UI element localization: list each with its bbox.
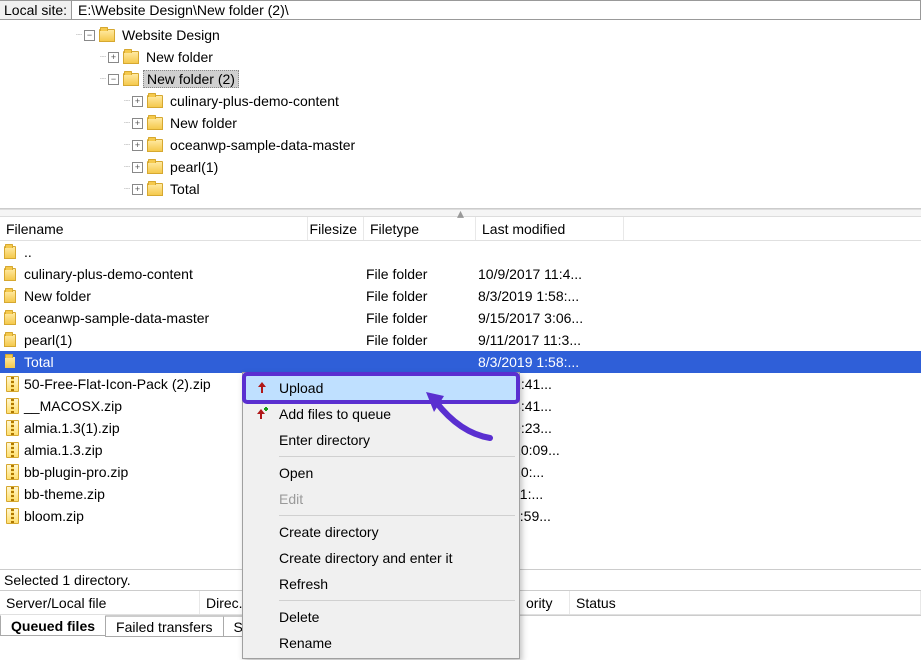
local-site-path-bar: Local site: E:\Website Design\New folder…	[0, 0, 921, 20]
menu-separator	[279, 456, 515, 457]
tree-toggle-icon[interactable]: +	[132, 118, 143, 129]
tree-toggle-icon[interactable]: +	[132, 96, 143, 107]
tree-label[interactable]: pearl(1)	[167, 159, 221, 175]
qcol-priority[interactable]: ority	[520, 591, 570, 614]
context-menu: Upload Add files to queue Enter director…	[242, 372, 520, 659]
menu-separator	[279, 515, 515, 516]
tree-toggle-icon[interactable]: +	[132, 184, 143, 195]
col-filename[interactable]: Filename	[0, 217, 308, 240]
archive-icon	[6, 420, 19, 436]
menu-enter-directory[interactable]: Enter directory	[245, 427, 517, 453]
archive-icon	[6, 508, 19, 524]
tree-item[interactable]: ┈+Total	[0, 178, 921, 200]
folder-icon	[147, 183, 163, 196]
file-name: ..	[22, 244, 306, 260]
file-row[interactable]: oceanwp-sample-data-master File folder9/1…	[0, 307, 921, 329]
archive-icon	[6, 464, 19, 480]
file-row[interactable]: ..	[0, 241, 921, 263]
menu-create-directory[interactable]: Create directory	[245, 519, 517, 545]
file-modified: 8/3/2019 1:58:...	[474, 288, 622, 304]
folder-icon	[4, 356, 16, 369]
file-modified: 9/11/2017 11:3...	[474, 332, 622, 348]
tab-queued-files[interactable]: Queued files	[0, 615, 106, 636]
file-name: oceanwp-sample-data-master	[22, 310, 306, 326]
directory-tree[interactable]: ┈−Website Design┈+New folder┈−New folder…	[0, 20, 921, 209]
file-row[interactable]: culinary-plus-demo-content File folder10/…	[0, 263, 921, 285]
file-name: New folder	[22, 288, 306, 304]
tree-label[interactable]: culinary-plus-demo-content	[167, 93, 342, 109]
folder-icon	[147, 139, 163, 152]
archive-icon	[6, 486, 19, 502]
folder-icon	[4, 290, 16, 303]
tree-label[interactable]: Total	[167, 181, 203, 197]
tree-item[interactable]: ┈+New folder	[0, 46, 921, 68]
upload-arrow-icon	[254, 380, 270, 396]
folder-icon	[147, 117, 163, 130]
tree-item[interactable]: ┈+New folder	[0, 112, 921, 134]
col-filetype[interactable]: Filetype	[364, 217, 476, 240]
folder-icon	[4, 312, 16, 325]
tree-label[interactable]: New folder	[167, 115, 240, 131]
qcol-status[interactable]: Status	[570, 591, 921, 614]
tree-item[interactable]: ┈+oceanwp-sample-data-master	[0, 134, 921, 156]
file-type: File folder	[362, 266, 474, 282]
tree-item[interactable]: ┈−Website Design	[0, 24, 921, 46]
folder-icon	[4, 246, 16, 259]
menu-separator	[279, 600, 515, 601]
tab-failed-transfers[interactable]: Failed transfers	[105, 616, 223, 637]
file-type: File folder	[362, 288, 474, 304]
archive-icon	[6, 398, 19, 414]
tree-label[interactable]: Website Design	[119, 27, 223, 43]
qcol-server-local[interactable]: Server/Local file	[0, 591, 200, 614]
file-row[interactable]: New folder File folder8/3/2019 1:58:...	[0, 285, 921, 307]
tree-toggle-icon[interactable]: −	[108, 74, 119, 85]
tree-item[interactable]: ┈+pearl(1)	[0, 156, 921, 178]
file-name: Total	[22, 354, 306, 370]
tree-label[interactable]: New folder	[143, 49, 216, 65]
tree-toggle-icon[interactable]: +	[108, 52, 119, 63]
tree-label[interactable]: New folder (2)	[143, 70, 239, 88]
file-modified: 10/9/2017 11:4...	[474, 266, 622, 282]
col-filesize[interactable]: Filesize	[308, 217, 364, 240]
file-row[interactable]: Total 8/3/2019 1:58:...	[0, 351, 921, 373]
menu-create-directory-enter[interactable]: Create directory and enter it	[245, 545, 517, 571]
folder-icon	[123, 73, 139, 86]
file-modified: 8/3/2019 1:58:...	[474, 354, 622, 370]
local-site-label: Local site:	[0, 1, 72, 19]
file-row[interactable]: pearl(1) File folder9/11/2017 11:3...	[0, 329, 921, 351]
tree-toggle-icon[interactable]: +	[132, 162, 143, 173]
archive-icon	[6, 376, 19, 392]
tree-toggle-icon[interactable]: −	[84, 30, 95, 41]
menu-refresh[interactable]: Refresh	[245, 571, 517, 597]
file-name: culinary-plus-demo-content	[22, 266, 306, 282]
tree-item[interactable]: ┈−New folder (2)	[0, 68, 921, 90]
menu-delete[interactable]: Delete	[245, 604, 517, 630]
file-modified: 9/15/2017 3:06...	[474, 310, 622, 326]
file-name: pearl(1)	[22, 332, 306, 348]
add-queue-icon	[253, 406, 269, 422]
folder-icon	[147, 161, 163, 174]
local-site-path[interactable]: E:\Website Design\New folder (2)\	[72, 2, 920, 18]
menu-edit: Edit	[245, 486, 517, 512]
col-last-modified[interactable]: Last modified	[476, 217, 624, 240]
menu-upload[interactable]: Upload	[245, 375, 517, 401]
folder-icon	[147, 95, 163, 108]
folder-icon	[123, 51, 139, 64]
tree-item[interactable]: ┈+culinary-plus-demo-content	[0, 90, 921, 112]
splitter[interactable]: ▴	[0, 209, 921, 217]
tree-label[interactable]: oceanwp-sample-data-master	[167, 137, 358, 153]
file-type: File folder	[362, 332, 474, 348]
archive-icon	[6, 442, 19, 458]
menu-add-to-queue[interactable]: Add files to queue	[245, 401, 517, 427]
menu-open[interactable]: Open	[245, 460, 517, 486]
tree-toggle-icon[interactable]: +	[132, 140, 143, 151]
file-type: File folder	[362, 310, 474, 326]
menu-rename[interactable]: Rename	[245, 630, 517, 656]
file-list-header: Filename Filesize Filetype Last modified	[0, 217, 921, 241]
folder-icon	[4, 268, 16, 281]
folder-icon	[99, 29, 115, 42]
folder-icon	[4, 334, 16, 347]
